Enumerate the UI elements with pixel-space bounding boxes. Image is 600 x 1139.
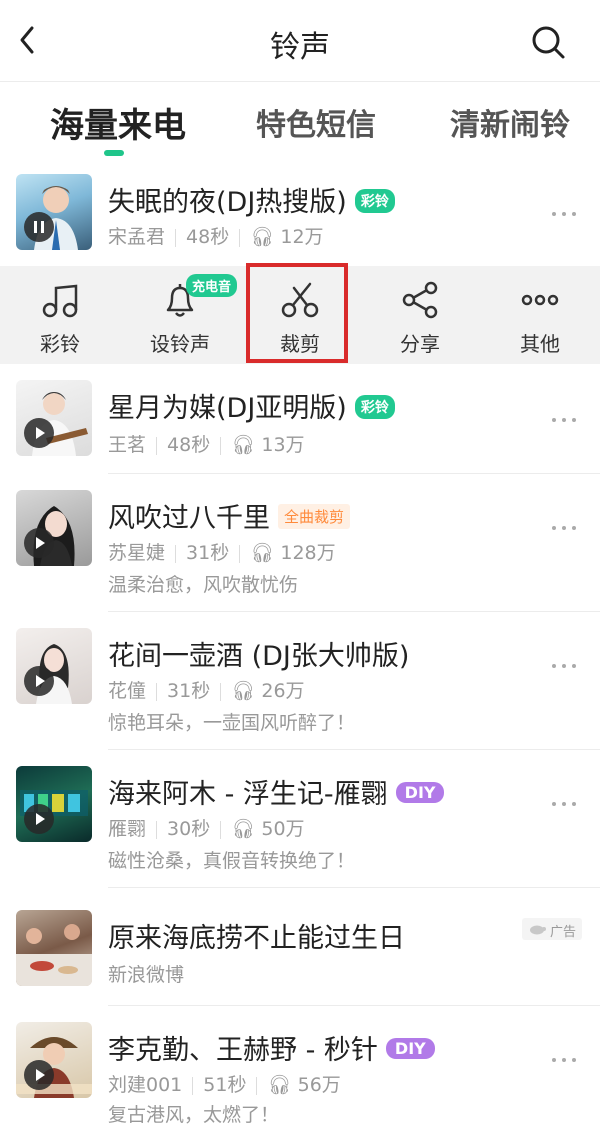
- diy-badge: DIY: [395, 782, 445, 803]
- category-tabs: 海量来电 特色短信 清新闹铃: [0, 82, 600, 164]
- song-title: 风吹过八千里 全曲裁剪: [108, 496, 351, 535]
- cailing-badge: 彩铃: [354, 188, 395, 213]
- share-button[interactable]: 分享: [360, 266, 480, 364]
- play-icon[interactable]: [24, 666, 54, 696]
- tab-sms[interactable]: 特色短信: [256, 100, 376, 144]
- more-options-icon[interactable]: [552, 210, 580, 218]
- cailing-badge: 彩铃: [354, 394, 395, 419]
- list-item[interactable]: 海来阿木 - 浮生记-雁翾 DIY 雁翾 30秒 🎧︎ 50万 磁性沧桑，真假音转换绝…: [0, 750, 600, 888]
- tab-incoming-call[interactable]: 海量来电: [50, 98, 186, 147]
- top-bar: 铃声: [0, 0, 600, 82]
- list-item[interactable]: 花间一壶酒 (DJ张大帅版) 花僮 31秒 🎧︎ 26万 惊艳耳朵，一壶国风听醉了！: [0, 612, 600, 750]
- song-cover: [16, 174, 92, 250]
- list-item[interactable]: 星月为媒(DJ亚明版) 彩铃 王茗 48秒 🎧︎ 13万: [0, 370, 600, 474]
- more-circles-icon: [521, 294, 559, 306]
- more-options-icon[interactable]: [552, 416, 580, 424]
- more-options-icon[interactable]: [552, 662, 580, 670]
- headphone-icon: 🎧︎: [231, 680, 262, 702]
- song-meta: 雁翾 30秒 🎧︎ 50万: [108, 818, 305, 840]
- share-icon: [402, 281, 438, 319]
- song-meta: 王茗 48秒 🎧︎ 13万: [108, 434, 305, 456]
- headphone-icon: 🎧︎: [250, 226, 281, 248]
- headphone-icon: 🎧︎: [231, 434, 262, 456]
- page-title: 铃声: [270, 30, 330, 65]
- more-options-icon[interactable]: [552, 1056, 580, 1064]
- ad-badge: 广告: [522, 918, 582, 940]
- song-meta: 苏星婕 31秒 🎧︎ 128万: [108, 542, 336, 564]
- search-icon[interactable]: [528, 22, 568, 62]
- list-item[interactable]: 失眠的夜(DJ热搜版) 彩铃 宋孟君 48秒 🎧︎ 12万: [0, 170, 600, 266]
- list-item[interactable]: 风吹过八千里 全曲裁剪 苏星婕 31秒 🎧︎ 128万 温柔治愈，风吹散忧伤: [0, 474, 600, 612]
- ad-image: [16, 910, 92, 986]
- song-meta: 刘建001 51秒 🎧︎ 56万: [108, 1074, 341, 1096]
- song-title: 花间一壶酒 (DJ张大帅版): [108, 641, 410, 672]
- pause-icon[interactable]: [24, 212, 54, 242]
- music-note-icon: [42, 284, 78, 318]
- song-cover: [16, 490, 92, 566]
- more-options-icon[interactable]: [552, 800, 580, 808]
- song-cover: [16, 1022, 92, 1098]
- song-cover: [16, 628, 92, 704]
- play-icon[interactable]: [24, 418, 54, 448]
- play-icon[interactable]: [24, 1060, 54, 1090]
- more-options-icon[interactable]: [552, 524, 580, 532]
- song-title: 星月为媒(DJ亚明版) 彩铃: [108, 386, 395, 425]
- play-icon[interactable]: [24, 804, 54, 834]
- diy-badge: DIY: [385, 1038, 435, 1059]
- song-title: 海来阿木 - 浮生记-雁翾 DIY: [108, 772, 445, 811]
- headphone-icon: 🎧︎: [267, 1074, 298, 1096]
- song-meta: 宋孟君 48秒 🎧︎ 12万: [108, 226, 324, 248]
- ad-title: 原来海底捞不止能过生日: [108, 923, 405, 954]
- song-title: 失眠的夜(DJ热搜版) 彩铃: [108, 180, 395, 219]
- charge-sound-badge: 充电音: [186, 274, 238, 297]
- turtle-icon: [530, 925, 546, 935]
- highlight-box: [246, 263, 348, 363]
- song-meta: 花僮 31秒 🎧︎ 26万: [108, 680, 305, 702]
- headphone-icon: 🎧︎: [250, 542, 281, 564]
- song-description: 磁性沧桑，真假音转换绝了！: [108, 850, 356, 872]
- song-cover: [16, 380, 92, 456]
- other-button[interactable]: 其他: [480, 266, 600, 364]
- ad-source: 新浪微博: [108, 964, 185, 986]
- list-item[interactable]: 李克勤、王赫野 - 秒针 DIY 刘建001 51秒 🎧︎ 56万 复古港风，太燃了！: [0, 1006, 600, 1139]
- headphone-icon: 🎧︎: [231, 818, 262, 840]
- ad-item[interactable]: 原来海底捞不止能过生日 新浪微博: [0, 888, 600, 1006]
- song-description: 温柔治愈，风吹散忧伤: [108, 574, 299, 596]
- play-icon[interactable]: [24, 528, 54, 558]
- song-title: 李克勤、王赫野 - 秒针 DIY: [108, 1028, 435, 1067]
- full-trim-badge: 全曲裁剪: [278, 504, 351, 529]
- active-tab-indicator: [104, 150, 124, 156]
- tab-alarm[interactable]: 清新闹铃: [450, 100, 570, 144]
- song-description: 惊艳耳朵，一壶国风听醉了！: [108, 712, 356, 734]
- cailing-action-button[interactable]: 彩铃: [0, 266, 120, 364]
- song-cover: [16, 766, 92, 842]
- song-description: 复古港风，太燃了！: [108, 1104, 280, 1126]
